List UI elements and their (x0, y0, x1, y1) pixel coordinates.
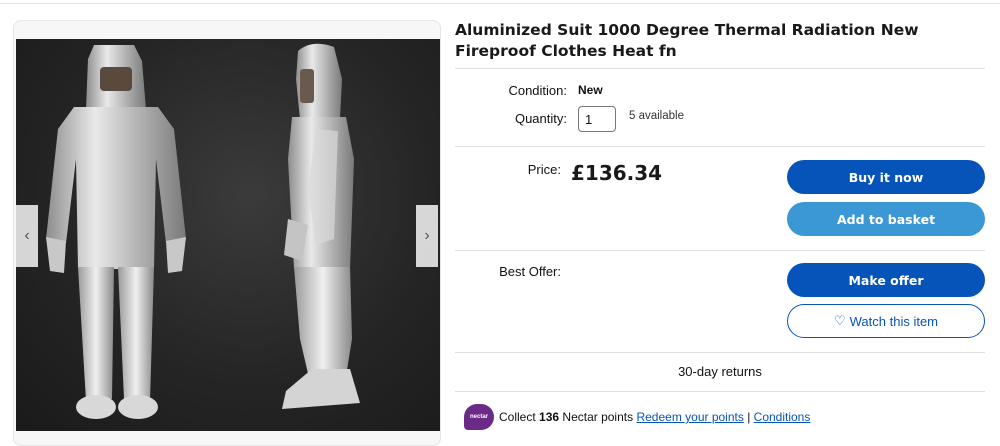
divider (455, 68, 985, 69)
price-value: £136.34 (571, 161, 663, 185)
available-count: 5 available (629, 110, 684, 122)
listing-title: Aluminized Suit 1000 Degree Thermal Radi… (455, 21, 919, 60)
aluminized-suit-image (46, 43, 360, 419)
nectar-points-info: Collect 136 Nectar points Redeem your po… (499, 410, 810, 424)
chevron-right-icon: › (424, 227, 430, 244)
watch-item-button[interactable]: ♡ Watch this item (787, 304, 985, 338)
product-photo[interactable] (16, 39, 440, 431)
returns-policy: 30-day returns (678, 364, 762, 379)
divider (455, 146, 985, 147)
condition-label: Condition: (508, 83, 567, 98)
price-label: Price: (527, 162, 561, 177)
add-to-basket-button[interactable]: Add to basket (787, 202, 985, 236)
nectar-collect-text: Collect (499, 410, 536, 424)
nectar-points-count: 136 (539, 410, 560, 424)
watch-item-label: Watch this item (849, 313, 939, 329)
suit-side (282, 43, 360, 409)
gallery-next-button[interactable]: › (416, 205, 438, 267)
divider (455, 250, 985, 251)
chevron-left-icon: ‹ (24, 227, 30, 244)
heart-icon: ♡ (833, 313, 846, 328)
top-divider (0, 0, 1000, 4)
conditions-link[interactable]: Conditions (754, 410, 811, 424)
divider (455, 391, 985, 392)
redeem-points-link[interactable]: Redeem your points (636, 410, 743, 424)
buy-it-now-button[interactable]: Buy it now (787, 160, 985, 194)
nectar-points-suffix: Nectar points (562, 410, 634, 424)
best-offer-label: Best Offer: (499, 264, 561, 279)
nectar-logo: nectar (464, 404, 494, 430)
image-gallery: ‹ › (13, 20, 441, 446)
quantity-input[interactable] (578, 106, 616, 132)
divider (455, 352, 985, 353)
quantity-label: Quantity: (514, 111, 567, 126)
nectar-logo-text: nectar (469, 414, 488, 420)
suit-front (46, 45, 186, 419)
nectar-separator: | (747, 410, 751, 424)
gallery-prev-button[interactable]: ‹ (16, 205, 38, 267)
condition-value: New (578, 83, 603, 97)
make-offer-button[interactable]: Make offer (787, 263, 985, 297)
